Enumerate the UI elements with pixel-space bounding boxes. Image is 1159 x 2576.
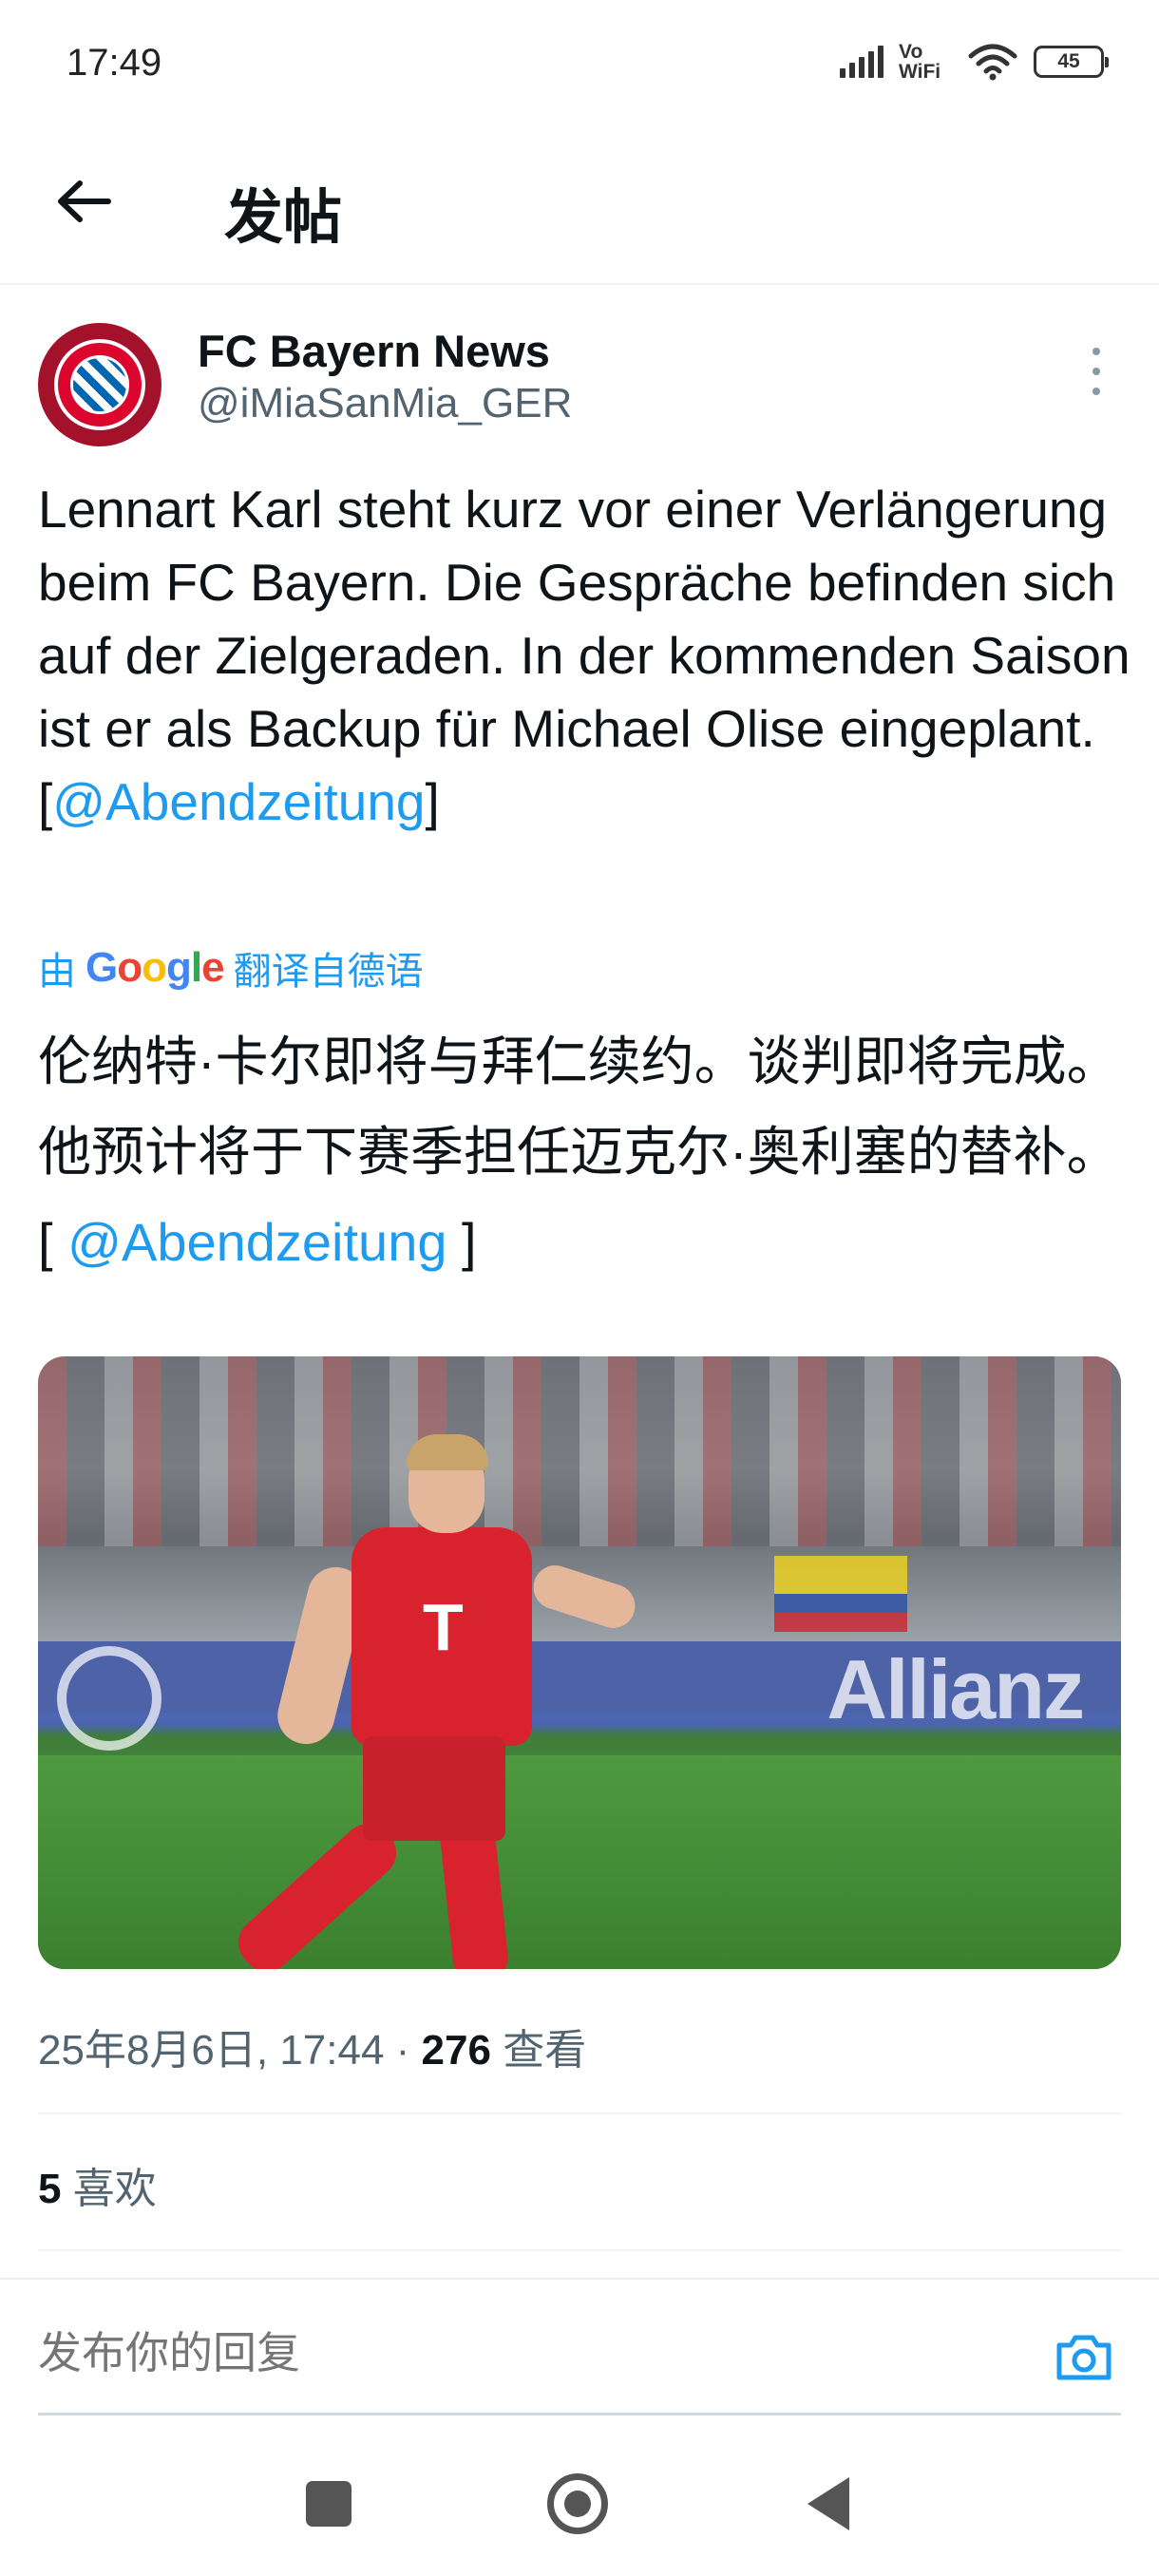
google-logo: Google [86,944,225,991]
translation-prefix: 由 [38,951,76,993]
status-time: 17:49 [66,42,162,84]
arrow-left-icon [58,180,111,222]
author-handle[interactable]: @iMiaSanMia_GER [198,380,572,427]
translated-text-end: ] [446,1212,477,1272]
signal-icon [840,46,884,78]
reply-input[interactable] [38,2327,988,2378]
home-button[interactable] [547,2473,608,2534]
reply-bar-top [0,2278,1159,2280]
nav-back-button[interactable] [808,2477,849,2530]
translation-suffix: 翻译自德语 [233,951,424,993]
tweet-media-image[interactable]: Allianz T [38,1356,1121,1969]
mention-link[interactable]: @Abendzeitung [52,772,425,831]
translated-mention-link[interactable]: @Abendzeitung [67,1212,446,1272]
avatar[interactable] [38,323,162,446]
divider [38,2112,1121,2114]
likes-label: 喜欢 [61,2166,157,2212]
tweet-text: Lennart Karl steht kurz vor einer Verlän… [38,473,1130,839]
wifi-icon [968,44,1017,81]
fc-bayern-logo-icon [54,339,145,430]
divider [38,2249,1121,2251]
camera-button[interactable] [1051,2323,1117,2390]
tweet-meta: 25年8月6日, 17:44 · 276 查看 [38,2016,586,2076]
header-divider [0,283,1159,285]
more-options-icon[interactable] [1079,348,1113,395]
translation-attribution[interactable]: 由 Google 翻译自德语 [38,940,424,995]
likes-count: 5 [38,2166,62,2212]
back-button[interactable] [46,163,122,239]
author-name[interactable]: FC Bayern News [198,325,550,377]
page-title: 发帖 [224,185,343,251]
translated-text: 伦纳特·卡尔即将与拜仁续约。谈判即将完成。他预计将于下赛季担任迈克尔·奥利塞的替… [38,1016,1130,1287]
likes-row[interactable]: 5 喜欢 [38,2154,157,2215]
battery-icon: 45 [1034,46,1109,78]
timestamp: 25年8月6日, 17:44 · [38,2027,422,2074]
tweet-text-end: ] [425,772,440,831]
board-sponsor-text: Allianz [826,1642,1085,1736]
views-count: 276 [421,2027,491,2074]
status-icons: Vo WiFi 45 [840,41,1109,83]
vowifi-label: Vo WiFi [899,41,941,83]
recent-apps-button[interactable] [306,2481,352,2527]
reply-underline [38,2413,1121,2415]
views-label: 查看 [490,2027,587,2074]
camera-icon [1056,2335,1112,2380]
